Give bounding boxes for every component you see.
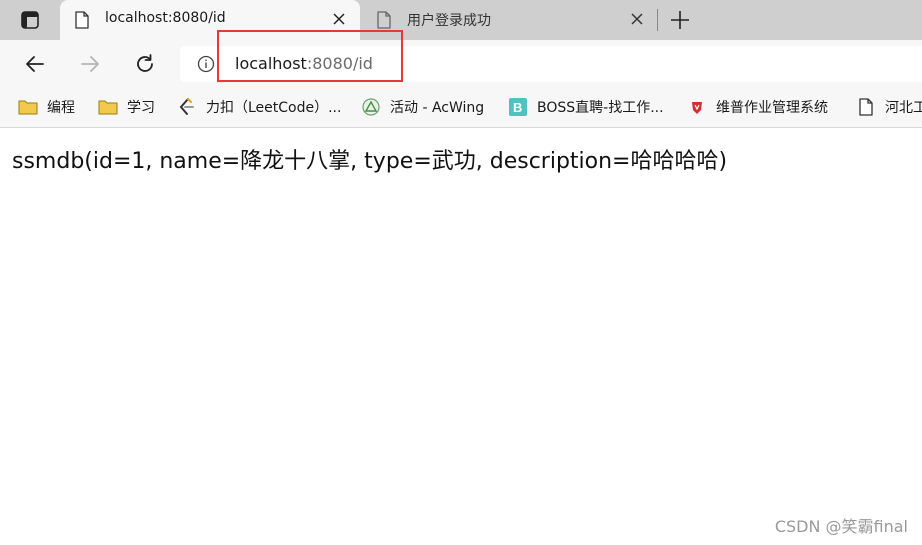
refresh-icon[interactable] xyxy=(133,52,157,76)
tab-title: localhost:8080/id xyxy=(105,10,226,26)
bookmark-label: 河北工 xyxy=(885,100,922,116)
tab-title: 用户登录成功 xyxy=(407,13,491,29)
boss-icon: B xyxy=(509,98,527,116)
back-arrow-icon[interactable] xyxy=(23,52,47,76)
folder-icon xyxy=(18,100,38,115)
forward-arrow-icon[interactable] xyxy=(78,52,102,76)
url-highlight-box xyxy=(217,30,403,82)
toolbar: localhost:8080/id xyxy=(0,40,922,88)
folder-icon xyxy=(98,100,118,115)
tab-actions-icon xyxy=(21,11,39,29)
svg-text:B: B xyxy=(513,100,522,115)
close-icon[interactable] xyxy=(630,12,644,26)
bookmark-label: BOSS直聘-找工作... xyxy=(537,100,664,116)
bookmark-item[interactable]: 河北工 xyxy=(856,96,922,118)
bookmark-item[interactable]: 维普作业管理系统 xyxy=(687,96,828,118)
bookmark-label: 编程 xyxy=(47,100,75,116)
bookmark-label: 学习 xyxy=(127,100,155,116)
tab-strip: localhost:8080/id 用户登录成功 xyxy=(0,0,922,40)
page-icon xyxy=(75,11,89,29)
leetcode-icon xyxy=(179,98,194,115)
bookmark-label: 维普作业管理系统 xyxy=(716,100,828,116)
info-icon[interactable] xyxy=(197,55,215,73)
page-icon xyxy=(859,98,873,116)
close-icon[interactable] xyxy=(332,12,346,26)
page-icon xyxy=(377,11,391,29)
bookmarks-bar: 编程 学习 力扣（LeetCode）... 活动 - AcWing B BOSS… xyxy=(0,88,922,128)
page-body-text: ssmdb(id=1, name=降龙十八掌, type=武功, descrip… xyxy=(12,149,728,174)
tab-divider xyxy=(657,9,658,31)
bookmark-item[interactable]: 编程 xyxy=(18,96,75,118)
bookmark-item[interactable]: B BOSS直聘-找工作... xyxy=(508,96,664,118)
bookmark-label: 力扣（LeetCode）... xyxy=(206,100,342,116)
tab-login-success[interactable]: 用户登录成功 xyxy=(362,0,658,40)
acwing-icon xyxy=(362,98,380,116)
vip-icon xyxy=(692,102,702,114)
bookmark-label: 活动 - AcWing xyxy=(390,100,485,116)
watermark: CSDN @笑霸final xyxy=(774,517,908,536)
bookmark-item[interactable]: 活动 - AcWing xyxy=(361,96,484,118)
bookmark-item[interactable]: 力扣（LeetCode）... xyxy=(177,96,341,118)
bookmark-item[interactable]: 学习 xyxy=(98,96,155,118)
tab-actions-button[interactable] xyxy=(12,8,48,32)
new-tab-icon[interactable] xyxy=(668,8,692,32)
